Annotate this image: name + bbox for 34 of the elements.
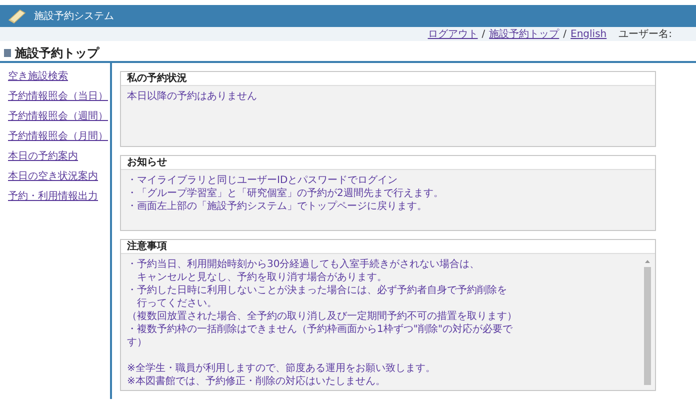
- square-icon: [4, 49, 11, 57]
- sidebar-link[interactable]: 予約・利用情報出力: [8, 191, 110, 203]
- user-label: ユーザー名:: [618, 28, 672, 42]
- notice-text: ・画面左上部の「施設予約システム」でトップページに戻ります。: [126, 200, 428, 213]
- panel-title: お知らせ: [121, 156, 655, 170]
- panel-title: 私の予約状況: [121, 72, 655, 86]
- notice-text: 本日以降の予約はありません: [126, 90, 258, 103]
- sidebar-link[interactable]: 本日の空き状況案内: [8, 171, 110, 183]
- notice-text: キャンセルと見なし、予約を取り消す場合があります。: [136, 271, 388, 284]
- link-separator: /: [563, 28, 567, 42]
- nav-link[interactable]: 施設予約トップ: [489, 26, 560, 42]
- sidebar-link[interactable]: 予約情報照会（当日）: [8, 91, 110, 103]
- notice-text: す）: [126, 336, 148, 349]
- link-separator: /: [482, 28, 486, 42]
- sidebar-link[interactable]: 空き施設検索: [8, 71, 110, 83]
- scrollbar-drawing[interactable]: [643, 258, 652, 386]
- nav-link[interactable]: ログアウト: [428, 26, 478, 42]
- sidebar-link[interactable]: 本日の予約案内: [8, 151, 110, 163]
- app-title-link[interactable]: 施設予約システム: [34, 8, 114, 24]
- notice-text: ・予約した日時に利用しないことが決まった場合には、必ず予約者自身で予約削除を: [126, 284, 508, 297]
- notice-text: ※全学生・職員が利用しますので、節度ある運用をお願い致します。: [126, 362, 436, 375]
- notice-text: ・「グループ学習室」と「研究個室」の予約が2週間先まで行えます。: [126, 187, 444, 200]
- notice-text: （複数回放置された場合、全予約の取り消し及び一定期間予約不可の措置を取ります）: [126, 310, 518, 323]
- nav-link[interactable]: English: [570, 26, 607, 42]
- notice-text: ・予約当日、利用開始時刻から30分経過しても入室手続きがされない場合は、: [126, 258, 481, 271]
- notice-text: 行ってください。: [136, 297, 218, 310]
- sidebar-link[interactable]: 予約情報照会（月間）: [8, 131, 110, 143]
- notice-text: ※本図書館では、予約修正・削除の対応はいたしません。: [126, 375, 386, 388]
- notice-text: ・マイライブラリと同じユーザーIDとパスワードでログイン: [126, 174, 399, 187]
- notebook-icon: [8, 8, 26, 24]
- notice-text: ・複数予約枠の一括削除はできません（予約枠画面から1枠ずつ"削除"の対応が必要で: [126, 323, 514, 336]
- panel-title: 注意事項: [121, 240, 655, 254]
- sidebar-link[interactable]: 予約情報照会（週間）: [8, 111, 110, 123]
- page-title: 施設予約トップ: [15, 45, 99, 62]
